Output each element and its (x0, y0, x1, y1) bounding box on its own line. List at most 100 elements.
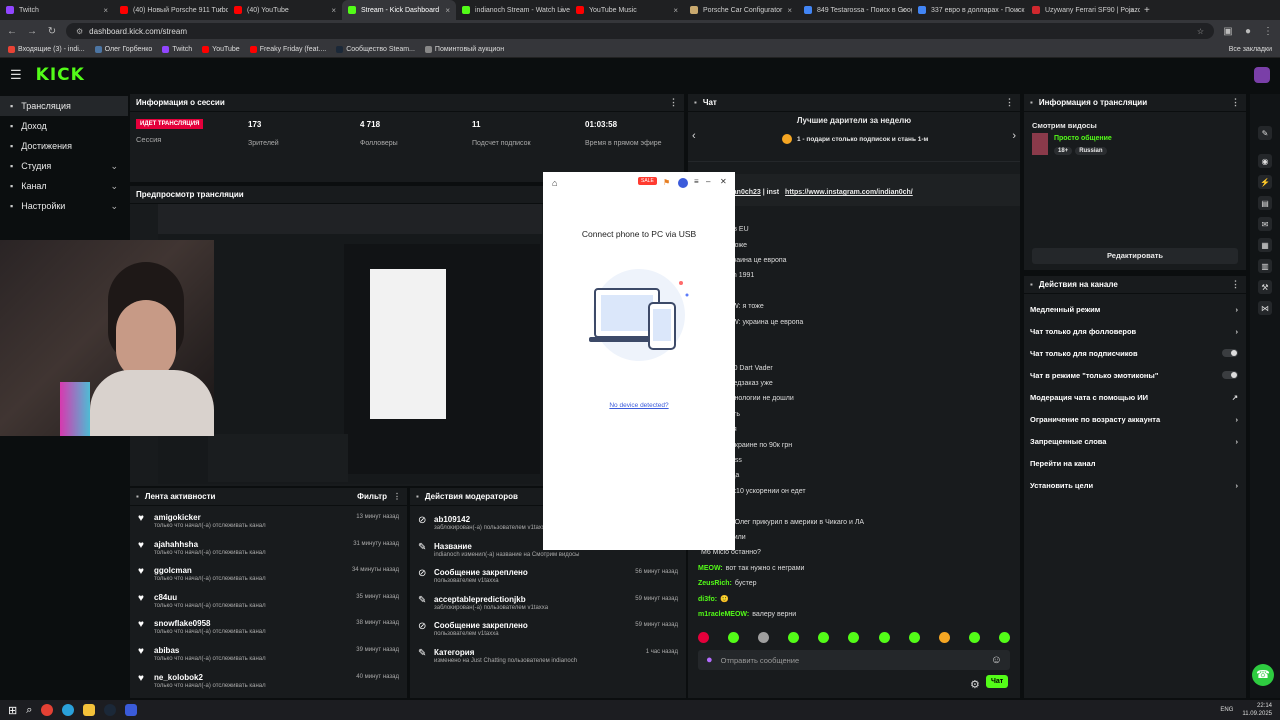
channel-action-item[interactable]: Чат только для подписчиков (1024, 342, 1246, 364)
windows-start-icon[interactable]: ⊞ (8, 704, 17, 717)
more-icon[interactable]: ⋮ (1231, 97, 1240, 108)
close-tab-icon[interactable]: × (445, 6, 450, 15)
emote-icon[interactable] (728, 632, 740, 643)
follower-name[interactable]: abibas (154, 646, 179, 655)
bookmark-item[interactable]: Сообщество Steam... (336, 46, 415, 53)
search-icon[interactable]: ⌕ (26, 704, 32, 717)
close-tab-icon[interactable]: × (787, 6, 792, 15)
browser-tab[interactable]: YouTube Music × (570, 0, 684, 20)
toggle-switch[interactable] (1222, 349, 1238, 357)
emote-icon[interactable] (818, 632, 830, 643)
star-icon[interactable]: ☆ (1197, 27, 1204, 36)
emoji-icon[interactable]: ☺ (991, 654, 1002, 666)
pencil-icon[interactable]: ✎ (1258, 126, 1272, 140)
hamburger-icon[interactable]: ☰ (10, 67, 22, 83)
follower-name[interactable]: ne_kolobok2 (154, 673, 203, 682)
site-info-icon[interactable]: ⚙ (76, 27, 83, 36)
sidebar-item[interactable]: ▪ Студия ⌄ (0, 156, 128, 176)
menu-icon[interactable]: ≡ (694, 177, 699, 186)
cart-icon[interactable]: ⚑ (663, 178, 670, 187)
bookmark-item[interactable]: YouTube (202, 46, 240, 53)
document-icon[interactable]: ▤ (1258, 196, 1272, 210)
emote-icon[interactable] (908, 632, 920, 643)
browser-tab[interactable]: Porsche Car Configurator × (684, 0, 798, 20)
emote-icon[interactable] (998, 632, 1010, 643)
more-icon[interactable]: ⋮ (1005, 97, 1014, 108)
image-icon[interactable]: ▦ (1258, 238, 1272, 252)
follower-name[interactable]: c84uu (154, 593, 177, 602)
toggle-switch[interactable] (1222, 371, 1238, 379)
stream-preview[interactable] (158, 204, 542, 484)
chat-username[interactable]: ZeusRich: (698, 580, 732, 587)
emote-icon[interactable] (698, 632, 709, 643)
settings-icon[interactable]: ⚙ (970, 678, 980, 691)
sidebar-item[interactable]: ▪ Доход (0, 116, 128, 136)
bookmark-item[interactable]: Олег Горбенко (94, 46, 152, 53)
tool-icon[interactable]: ⚒ (1258, 280, 1272, 294)
explorer-icon[interactable] (83, 704, 96, 716)
support-icon[interactable]: ☎ (1252, 664, 1274, 686)
minimize-icon[interactable]: – (706, 177, 710, 186)
emote-icon[interactable] (968, 632, 980, 643)
new-tab-icon[interactable]: + (1144, 5, 1150, 16)
chat-username[interactable]: MEOW: (698, 565, 723, 572)
back-icon[interactable]: ← (6, 26, 18, 37)
edit-button[interactable]: Редактировать (1032, 248, 1238, 264)
pinned-link-ig[interactable]: https://www.instagram.com/indian0ch/ (785, 189, 913, 196)
channel-action-item[interactable]: Запрещенные слова › (1024, 430, 1246, 452)
avatar[interactable] (1254, 67, 1270, 83)
channel-action-item[interactable]: Медленный режим › (1024, 298, 1246, 320)
close-tab-icon[interactable]: × (217, 6, 222, 15)
sidebar-item[interactable]: ▪ Настройки ⌄ (0, 196, 128, 216)
close-tab-icon[interactable]: × (901, 6, 906, 15)
more-icon[interactable]: ⋮ (393, 492, 401, 501)
category-link[interactable]: Просто общение (1054, 135, 1112, 142)
follower-name[interactable]: ggolcman (154, 566, 192, 575)
browser-tab[interactable]: 849 Testarossa - Поиск в Google × (798, 0, 912, 20)
browser-tab[interactable]: Twitch × (0, 0, 114, 20)
telegram-icon[interactable] (62, 704, 75, 716)
close-tab-icon[interactable]: × (103, 6, 108, 15)
sidebar-item[interactable]: ▪ Достижения (0, 136, 128, 156)
sidebar-item[interactable]: ▪ Трансляция (0, 96, 128, 116)
channel-action-item[interactable]: Установить цели › (1024, 474, 1246, 496)
emote-icon[interactable] (878, 632, 890, 643)
close-tab-icon[interactable]: × (1015, 6, 1020, 15)
more-icon[interactable]: ⋮ (1231, 279, 1240, 290)
channel-action-item[interactable]: Перейти на канал (1024, 452, 1246, 474)
prev-icon[interactable]: ‹ (692, 130, 696, 142)
camera-icon[interactable]: ◉ (1258, 154, 1272, 168)
bookmark-item[interactable]: Twitch (162, 46, 192, 53)
steam-icon[interactable] (104, 704, 117, 716)
user-icon[interactable] (678, 178, 688, 188)
tag-badge[interactable]: 18+ (1054, 147, 1073, 155)
follower-name[interactable]: snowflake0958 (154, 619, 210, 628)
reload-icon[interactable]: ↻ (46, 26, 58, 37)
close-tab-icon[interactable]: × (559, 6, 564, 15)
chat-username[interactable]: m1racleMEOW: (698, 611, 749, 618)
chat-bubble-icon[interactable]: ✉ (1258, 217, 1272, 231)
emote-icon[interactable] (758, 632, 770, 643)
share-icon[interactable]: ⋈ (1258, 301, 1272, 315)
chat-username[interactable]: di3fo: (698, 596, 717, 603)
channel-action-item[interactable]: Чат в режиме "только эмотиконы" (1024, 364, 1246, 386)
mic-icon[interactable]: ● (706, 654, 713, 666)
follower-name[interactable]: amigokicker (154, 513, 201, 522)
no-device-link[interactable]: No device detected? (543, 402, 735, 409)
bookmark-item[interactable]: Входящие (3) - indi... (8, 46, 85, 53)
close-tab-icon[interactable]: × (673, 6, 678, 15)
bolt-icon[interactable]: ⚡ (1258, 175, 1272, 189)
chat-input[interactable]: ● Отправить сообщение ☺ (698, 650, 1010, 670)
bookmark-item[interactable]: Freaky Friday (feat.... (249, 46, 326, 53)
sale-badge[interactable]: SALE (638, 177, 657, 185)
filter-button[interactable]: Фильтр (357, 492, 387, 501)
profile-icon[interactable]: ● (1242, 26, 1254, 37)
close-tab-icon[interactable]: × (1129, 6, 1134, 15)
forward-icon[interactable]: → (26, 26, 38, 37)
channel-action-item[interactable]: Ограничение по возрасту аккаунта › (1024, 408, 1246, 430)
kick-logo[interactable]: KICK (36, 65, 85, 85)
emote-icon[interactable] (848, 632, 860, 643)
sidebar-item[interactable]: ▪ Канал ⌄ (0, 176, 128, 196)
bookmark-item[interactable]: Поминтовый аукцион (424, 46, 504, 53)
browser-tab[interactable]: (40) YouTube × (228, 0, 342, 20)
